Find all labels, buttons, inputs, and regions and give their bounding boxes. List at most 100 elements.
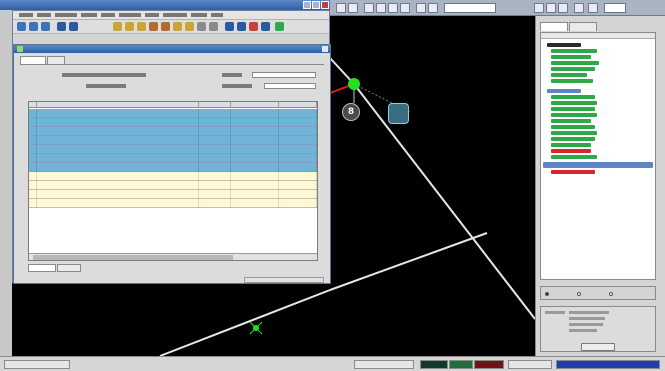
column-header[interactable] bbox=[231, 102, 279, 108]
toolbar-button-1[interactable] bbox=[336, 3, 346, 13]
tree-item[interactable] bbox=[551, 73, 587, 77]
tool-button[interactable] bbox=[173, 22, 182, 31]
toolbar-button-13[interactable] bbox=[588, 3, 598, 13]
toolbar-button-8[interactable] bbox=[428, 3, 438, 13]
horizontal-scrollbar[interactable] bbox=[29, 253, 317, 260]
toolbar-button-7[interactable] bbox=[416, 3, 426, 13]
table-row[interactable] bbox=[29, 181, 317, 190]
tree-item[interactable] bbox=[551, 61, 599, 65]
tool-button[interactable] bbox=[261, 22, 270, 31]
field-value[interactable] bbox=[252, 72, 316, 78]
toolbar-button-12[interactable] bbox=[574, 3, 584, 13]
view-select[interactable] bbox=[444, 3, 496, 13]
table-row[interactable] bbox=[29, 109, 317, 118]
column-header[interactable] bbox=[279, 102, 317, 108]
menu-item[interactable] bbox=[145, 13, 159, 17]
menu-item[interactable] bbox=[191, 13, 207, 17]
menu-item[interactable] bbox=[211, 13, 223, 17]
table-row[interactable] bbox=[29, 136, 317, 145]
table-row[interactable] bbox=[29, 127, 317, 136]
menu-item[interactable] bbox=[37, 13, 51, 17]
window-titlebar[interactable] bbox=[0, 0, 330, 10]
tool-button[interactable] bbox=[275, 22, 284, 31]
tool-button[interactable] bbox=[185, 22, 194, 31]
zoom-select[interactable] bbox=[604, 3, 626, 13]
numbered-node-icon[interactable]: 8 bbox=[342, 103, 360, 121]
tool-button[interactable] bbox=[209, 22, 218, 31]
tree-item[interactable] bbox=[551, 137, 595, 141]
tree-item[interactable] bbox=[551, 95, 595, 99]
table-row[interactable] bbox=[29, 172, 317, 181]
menu-item[interactable] bbox=[19, 13, 33, 17]
tab-2[interactable] bbox=[569, 22, 597, 31]
menu-item[interactable] bbox=[163, 13, 187, 17]
toolbar-button-3[interactable] bbox=[364, 3, 374, 13]
dialog-tab-1[interactable] bbox=[20, 56, 46, 64]
tool-button[interactable] bbox=[237, 22, 246, 31]
table-row[interactable] bbox=[29, 154, 317, 163]
dialog-tab-2[interactable] bbox=[47, 56, 65, 64]
tool-button[interactable] bbox=[41, 22, 50, 31]
bottom-tab-1[interactable] bbox=[28, 264, 56, 272]
tool-button[interactable] bbox=[69, 22, 78, 31]
tree-item[interactable] bbox=[551, 131, 597, 135]
tree-item[interactable] bbox=[547, 89, 581, 93]
tool-button[interactable] bbox=[57, 22, 66, 31]
toolbar-button-10[interactable] bbox=[546, 3, 556, 13]
column-header[interactable] bbox=[29, 102, 37, 108]
menu-item[interactable] bbox=[119, 13, 141, 17]
tree-item[interactable] bbox=[551, 55, 591, 59]
tree-item[interactable] bbox=[551, 101, 597, 105]
tree-item[interactable] bbox=[551, 49, 597, 53]
toolbar-button-2[interactable] bbox=[348, 3, 358, 13]
tree-item[interactable] bbox=[551, 155, 597, 159]
details-table[interactable] bbox=[28, 101, 318, 261]
tool-button[interactable] bbox=[125, 22, 134, 31]
tool-button[interactable] bbox=[29, 22, 38, 31]
tree-item[interactable] bbox=[547, 43, 581, 47]
tool-button[interactable] bbox=[197, 22, 206, 31]
close-icon[interactable] bbox=[321, 1, 329, 9]
table-row[interactable] bbox=[29, 118, 317, 127]
table-row[interactable] bbox=[29, 163, 317, 172]
tool-button[interactable] bbox=[137, 22, 146, 31]
tree-item[interactable] bbox=[551, 143, 591, 147]
assign-button[interactable] bbox=[581, 343, 615, 351]
dialog-titlebar[interactable] bbox=[14, 45, 330, 53]
field-value[interactable] bbox=[264, 83, 316, 89]
tree-item-selected[interactable] bbox=[543, 162, 653, 168]
tool-button[interactable] bbox=[161, 22, 170, 31]
toolbar-button-5[interactable] bbox=[388, 3, 398, 13]
toolbar-button-11[interactable] bbox=[558, 3, 568, 13]
table-row[interactable] bbox=[29, 145, 317, 154]
map-canvas[interactable] bbox=[330, 16, 535, 356]
menu-item[interactable] bbox=[55, 13, 77, 17]
filter-option-2[interactable] bbox=[577, 292, 581, 296]
table-row[interactable] bbox=[29, 199, 317, 208]
tree-item[interactable] bbox=[551, 113, 597, 117]
tab-1[interactable] bbox=[540, 22, 568, 31]
maximize-icon[interactable] bbox=[312, 1, 320, 9]
toolbar-button-9[interactable] bbox=[534, 3, 544, 13]
tree-item[interactable] bbox=[551, 79, 593, 83]
tool-button[interactable] bbox=[225, 22, 234, 31]
column-header[interactable] bbox=[199, 102, 231, 108]
tool-button[interactable] bbox=[113, 22, 122, 31]
tool-button[interactable] bbox=[17, 22, 26, 31]
table-row[interactable] bbox=[29, 190, 317, 199]
menu-item[interactable] bbox=[81, 13, 97, 17]
tool-button[interactable] bbox=[249, 22, 258, 31]
toolbar-button-6[interactable] bbox=[400, 3, 410, 13]
minimize-icon[interactable] bbox=[303, 1, 311, 9]
menu-item[interactable] bbox=[101, 13, 115, 17]
toolbar-button-4[interactable] bbox=[376, 3, 386, 13]
bottom-tab-2[interactable] bbox=[57, 264, 81, 272]
scrollbar-thumb[interactable] bbox=[33, 255, 233, 260]
tree-item[interactable] bbox=[551, 67, 595, 71]
map-canvas-lower[interactable] bbox=[12, 283, 330, 356]
tree-item[interactable] bbox=[551, 149, 591, 153]
tree-item[interactable] bbox=[551, 107, 595, 111]
tree-view[interactable] bbox=[540, 32, 656, 280]
tool-button[interactable] bbox=[149, 22, 158, 31]
filter-option-1[interactable] bbox=[545, 292, 549, 296]
